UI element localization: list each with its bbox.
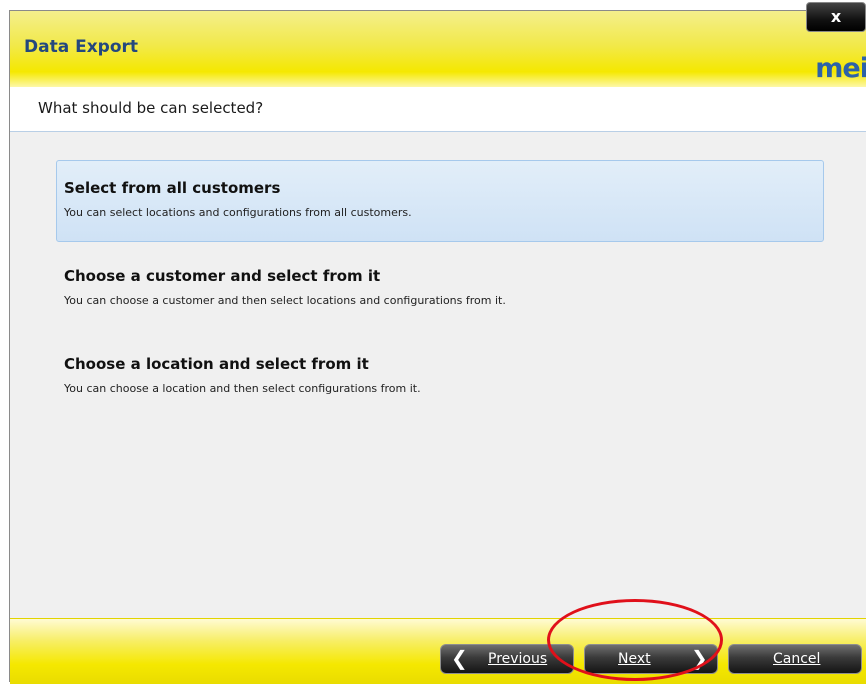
option-title: Choose a location and select from it [64,355,369,373]
option-title: Choose a customer and select from it [64,267,381,285]
previous-label: Previous [488,651,548,667]
option-choose-location[interactable]: Choose a location and select from it You… [56,336,824,418]
previous-button[interactable]: ❮ Previous [440,644,574,674]
footer-bar: ❮ Previous Next ❯ Cancel [10,618,866,684]
page-question: What should be can selected? [38,99,264,117]
chevron-left-icon: ❮ [451,646,468,670]
close-icon: x [830,7,842,26]
option-select-all-customers[interactable]: Select from all customers You can select… [56,160,824,242]
cancel-label: Cancel [773,651,821,667]
next-button[interactable]: Next ❯ [584,644,718,674]
cancel-button[interactable]: Cancel [728,644,862,674]
option-description: You can choose a location and then selec… [64,382,421,395]
option-choose-customer[interactable]: Choose a customer and select from it You… [56,248,824,330]
mei-logo: mei [815,53,866,84]
option-title: Select from all customers [64,179,281,197]
next-label: Next [618,651,651,667]
close-button[interactable]: x [806,2,866,32]
chevron-right-icon: ❯ [691,646,708,670]
option-description: You can choose a customer and then selec… [64,294,506,307]
window-title: Data Export [24,37,139,57]
option-description: You can select locations and configurati… [64,206,412,219]
data-export-window: Data Export mei x What should be can sel… [9,2,866,684]
page-header: What should be can selected? [10,87,866,132]
options-panel: Select from all customers You can select… [10,132,866,618]
title-bar: Data Export mei x [10,2,866,87]
